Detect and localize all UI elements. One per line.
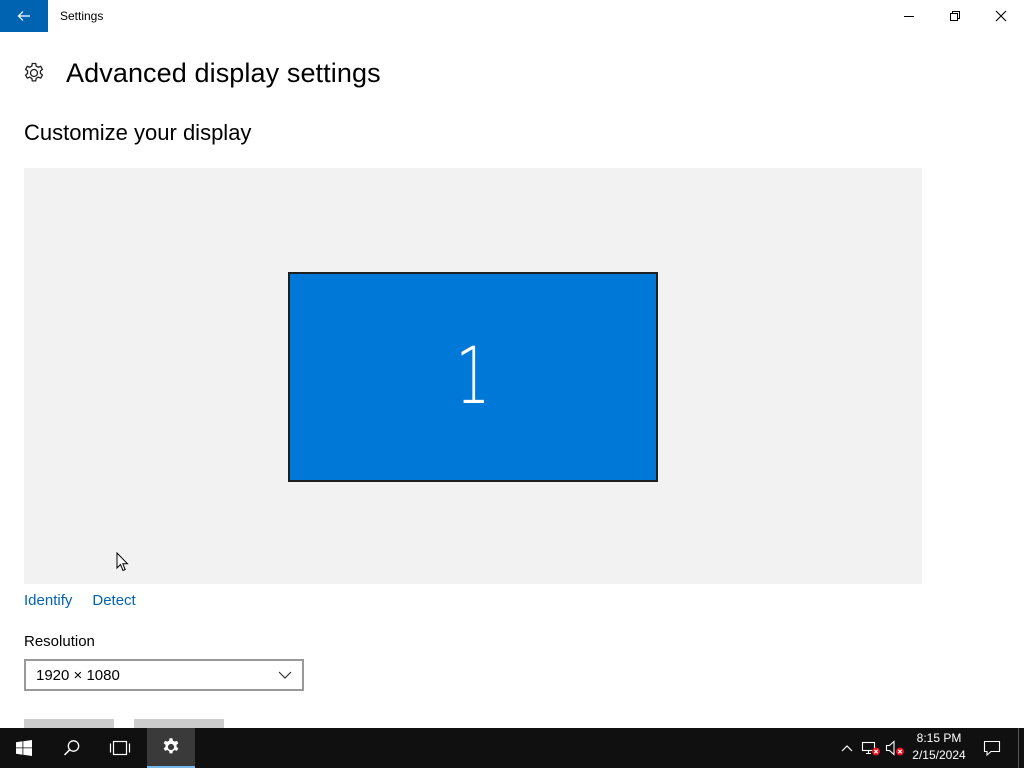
- close-button[interactable]: [978, 0, 1024, 32]
- show-hidden-icons-button[interactable]: [835, 728, 859, 768]
- display-arrangement-area: 1: [24, 168, 922, 584]
- settings-icon: [163, 738, 179, 754]
- restore-icon: [950, 11, 960, 21]
- search-icon: [63, 740, 80, 756]
- gear-icon: [24, 62, 44, 82]
- network-tray-button[interactable]: [859, 728, 883, 768]
- identify-link[interactable]: Identify: [24, 592, 72, 609]
- clock-date: 2/15/2024: [912, 748, 966, 762]
- show-desktop-button[interactable]: [1018, 728, 1024, 768]
- chevron-down-icon: [278, 671, 292, 679]
- task-view-icon: [109, 740, 131, 756]
- network-disconnected-icon: [861, 741, 880, 756]
- monitor-1[interactable]: 1: [288, 272, 658, 482]
- section-title: Customize your display: [24, 120, 252, 145]
- resolution-dropdown[interactable]: 1920 × 1080: [24, 659, 304, 691]
- start-button[interactable]: [0, 728, 48, 768]
- minimize-button[interactable]: [886, 0, 932, 32]
- close-icon: [995, 10, 1007, 22]
- mouse-cursor-icon: [116, 552, 129, 572]
- volume-tray-button[interactable]: [883, 728, 907, 768]
- back-arrow-icon: [17, 11, 30, 21]
- restore-button[interactable]: [932, 0, 978, 32]
- detect-link[interactable]: Detect: [92, 592, 135, 609]
- task-view-button[interactable]: [96, 728, 144, 768]
- page-title: Advanced display settings: [66, 57, 381, 88]
- title-bar: Settings: [0, 0, 1024, 32]
- notification-icon: [983, 740, 1001, 756]
- minimize-icon: [904, 16, 914, 17]
- taskbar-settings-button[interactable]: [147, 728, 195, 768]
- page-header: Advanced display settings: [22, 56, 381, 90]
- taskbar: 8:15 PM 2/15/2024: [0, 728, 1024, 768]
- clock-time: 8:15 PM: [916, 731, 962, 745]
- search-button[interactable]: [48, 728, 96, 768]
- windows-logo-icon: [16, 740, 32, 756]
- action-center-button[interactable]: [976, 728, 1008, 768]
- chevron-up-icon: [841, 745, 853, 752]
- resolution-label: Resolution: [24, 633, 95, 650]
- taskbar-clock[interactable]: 8:15 PM 2/15/2024: [908, 730, 970, 766]
- monitor-number: 1: [455, 332, 491, 422]
- volume-muted-icon: [885, 740, 904, 756]
- back-button[interactable]: [0, 0, 48, 32]
- display-action-links: Identify Detect: [24, 592, 136, 609]
- resolution-value: 1920 × 1080: [36, 666, 120, 684]
- window-title: Settings: [60, 9, 104, 23]
